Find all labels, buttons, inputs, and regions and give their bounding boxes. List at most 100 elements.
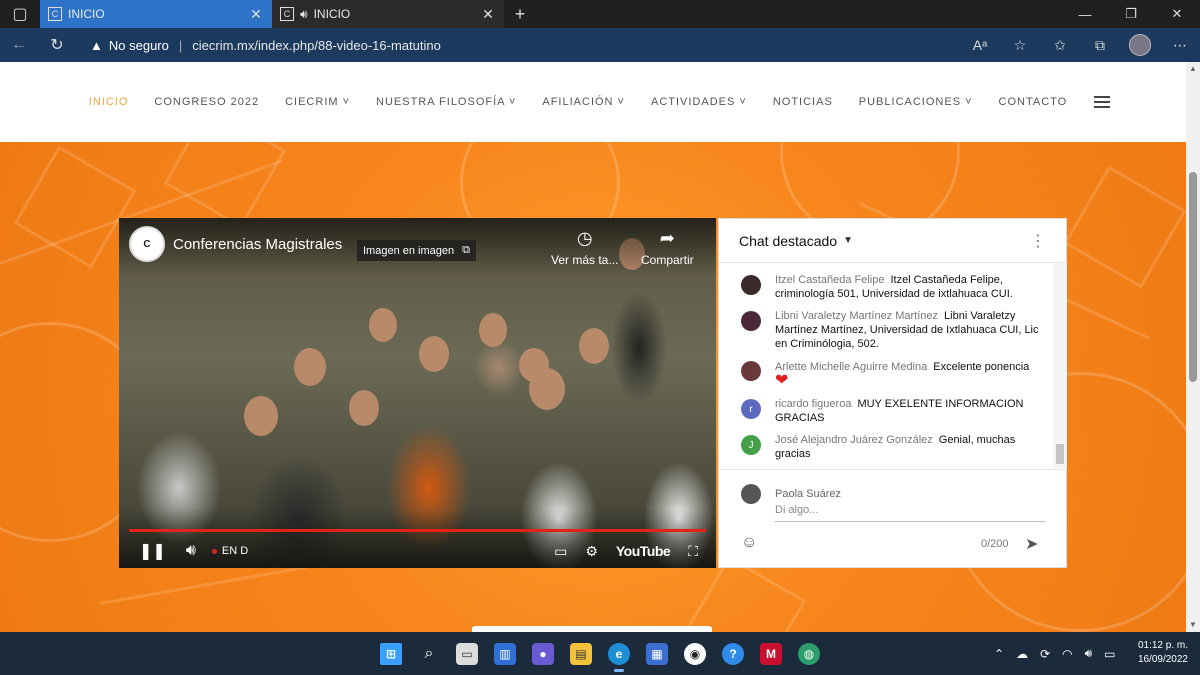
minimize-icon[interactable]: — [1062,0,1108,28]
app-icon[interactable]: ◉ [676,632,714,675]
globe-icon[interactable]: ◍ [790,632,828,675]
chat-author[interactable]: Itzel Castañeda Felipe [775,274,884,286]
volume-icon[interactable]: 🔊︎ [186,542,196,560]
more-icon[interactable]: ⋯ [1160,37,1200,54]
nav-item-label: CONGRESO 2022 [154,96,260,108]
chevron-up-icon[interactable]: ⌃ [994,647,1004,661]
nav-item[interactable]: PUBLICACIONES ˅ [859,96,973,108]
video-player[interactable]: C Conferencias Magistrales Imagen en ima… [119,218,716,568]
fullscreen-icon[interactable]: ⛶ [688,543,698,560]
read-aloud-icon[interactable]: Aᵃ [960,37,1000,53]
speaker-icon[interactable]: 🔊︎ [300,7,308,22]
task-view-icon[interactable]: ▭ [448,632,486,675]
heart-icon: ❤ [775,372,789,389]
url-box[interactable]: ▲ No seguro | ciecrim.mx/index.php/88-vi… [90,38,441,53]
restore-icon[interactable]: ❐ [1108,0,1154,28]
chat-input[interactable]: Di algo... [775,504,1045,522]
back-icon[interactable]: ← [0,28,38,62]
avatar[interactable]: J [741,435,761,455]
page-scrollbar[interactable]: ▲ ▼ [1186,62,1200,632]
chat-scroll-thumb[interactable] [1056,444,1064,464]
nav-item[interactable]: AFILIACIÓN ˅ [542,96,625,108]
share-button[interactable]: ➦ Compartir [641,228,694,267]
edge-icon[interactable]: e [600,632,638,675]
profile-avatar[interactable] [1120,34,1160,56]
nav-item[interactable]: ACTIVIDADES ˅ [651,96,747,108]
avatar[interactable]: r [741,399,761,419]
pip-label: Imagen en imagen [363,244,455,257]
video-figure [244,396,278,436]
pause-icon[interactable]: ❚❚ [139,541,166,561]
more-vert-icon[interactable]: ⋮ [1030,231,1046,251]
tab-actions-icon[interactable]: ▢ [0,0,40,28]
chat-message-body: ricardo figueroa MUY EXELENTE INFORMACION… [775,397,1045,425]
cloud-icon[interactable]: ☁ [1016,647,1028,661]
chat-author[interactable]: José Alejandro Juárez González [775,434,933,446]
nav-item[interactable]: CIECRIM ˅ [285,96,350,108]
emoji-icon[interactable]: ☺ [741,534,757,552]
warning-icon[interactable]: ▲ [90,38,103,53]
security-label[interactable]: No seguro [109,38,169,53]
site-header: INICIO CONGRESO 2022 CIECRIM ˅ NUESTRA FILO… [0,62,1186,142]
progress-bar[interactable] [129,529,706,532]
browser-tab-active[interactable]: C INICIO ✕ [40,0,272,28]
nav-item[interactable]: CONGRESO 2022 [154,96,259,108]
chevron-down-icon: ˅ [735,96,747,108]
new-tab-button[interactable]: + [504,0,536,28]
update-icon[interactable]: ⟳ [1040,647,1050,661]
help-icon[interactable]: ? [714,632,752,675]
send-icon[interactable]: ➤ [1025,534,1038,554]
chat-scrollbar[interactable] [1053,263,1067,468]
nav-item[interactable]: NUESTRA FILOSOFÍA ˅ [376,96,516,108]
nav-item[interactable]: CONTACTO [999,96,1068,108]
start-icon[interactable]: ⊞ [372,632,410,675]
chat-author[interactable]: Libni Varaletzy Martínez Martínez [775,310,938,322]
close-window-icon[interactable]: ✕ [1154,0,1200,28]
chat-author[interactable]: ricardo figueroa [775,398,851,410]
subtitles-icon[interactable]: ▭ [554,543,567,560]
chat-author[interactable]: Arlette Michelle Aguirre Medina [775,361,927,373]
widgets-icon[interactable]: ▥ [486,632,524,675]
refresh-icon[interactable]: ↻ [38,28,76,62]
close-tab-icon[interactable]: ✕ [480,6,496,23]
search-icon[interactable]: ⌕ [410,632,448,675]
add-favorite-icon[interactable]: ☆ [1000,37,1040,54]
wifi-icon[interactable]: ◠ [1062,647,1072,661]
main-nav: INICIO CONGRESO 2022 CIECRIM ˅ NUESTRA FILO… [76,96,1080,108]
volume-icon[interactable]: 🔊︎ [1085,646,1093,661]
channel-logo[interactable]: C [129,226,165,262]
close-tab-icon[interactable]: ✕ [248,6,264,23]
favorites-icon[interactable]: ✩ [1040,37,1080,54]
nav-item[interactable]: INICIO [89,96,129,108]
video-title[interactable]: Conferencias Magistrales [173,236,342,253]
clock[interactable]: 01:12 p. m. 16/09/2022 [1128,639,1188,667]
avatar[interactable] [741,275,761,295]
youtube-logo[interactable]: YouTube [616,543,671,559]
scroll-up-icon[interactable]: ▲ [1188,64,1198,74]
nav-item[interactable]: NOTICIAS [773,96,833,108]
store-icon[interactable]: ▦ [638,632,676,675]
pip-icon: ⧉ [462,244,470,256]
nav-item-label: CONTACTO [998,96,1068,108]
avatar[interactable] [741,361,761,381]
pip-button[interactable]: Imagen en imagen ⧉ [357,240,476,261]
chat-message-body: José Alejandro Juárez González Genial, mu… [775,433,1045,461]
collections-icon[interactable]: ⧉ [1080,37,1120,54]
file-explorer-icon[interactable]: ▤ [562,632,600,675]
chevron-down-icon: ˅ [504,96,517,108]
url-text[interactable]: ciecrim.mx/index.php/88-video-16-matutin… [192,38,441,53]
battery-icon[interactable]: ▭ [1104,647,1115,661]
browser-tab-inactive[interactable]: C 🔊︎ INICIO ✕ [272,0,504,28]
avatar[interactable] [741,311,761,331]
chat-app-icon[interactable]: ● [524,632,562,675]
live-indicator[interactable]: EN D [211,545,248,557]
chat-title[interactable]: Chat destacado [739,233,837,249]
scrollbar-thumb[interactable] [1189,172,1197,382]
watch-later-button[interactable]: ◷ Ver más ta... [551,228,618,267]
chevron-down-icon[interactable]: ▼ [843,235,853,246]
settings-icon[interactable]: ⚙ [585,543,598,560]
window-controls: — ❐ ✕ [1062,0,1200,28]
hamburger-menu-icon[interactable] [1094,93,1111,111]
mcafee-icon[interactable]: M [752,632,790,675]
scroll-down-icon[interactable]: ▼ [1188,620,1198,630]
